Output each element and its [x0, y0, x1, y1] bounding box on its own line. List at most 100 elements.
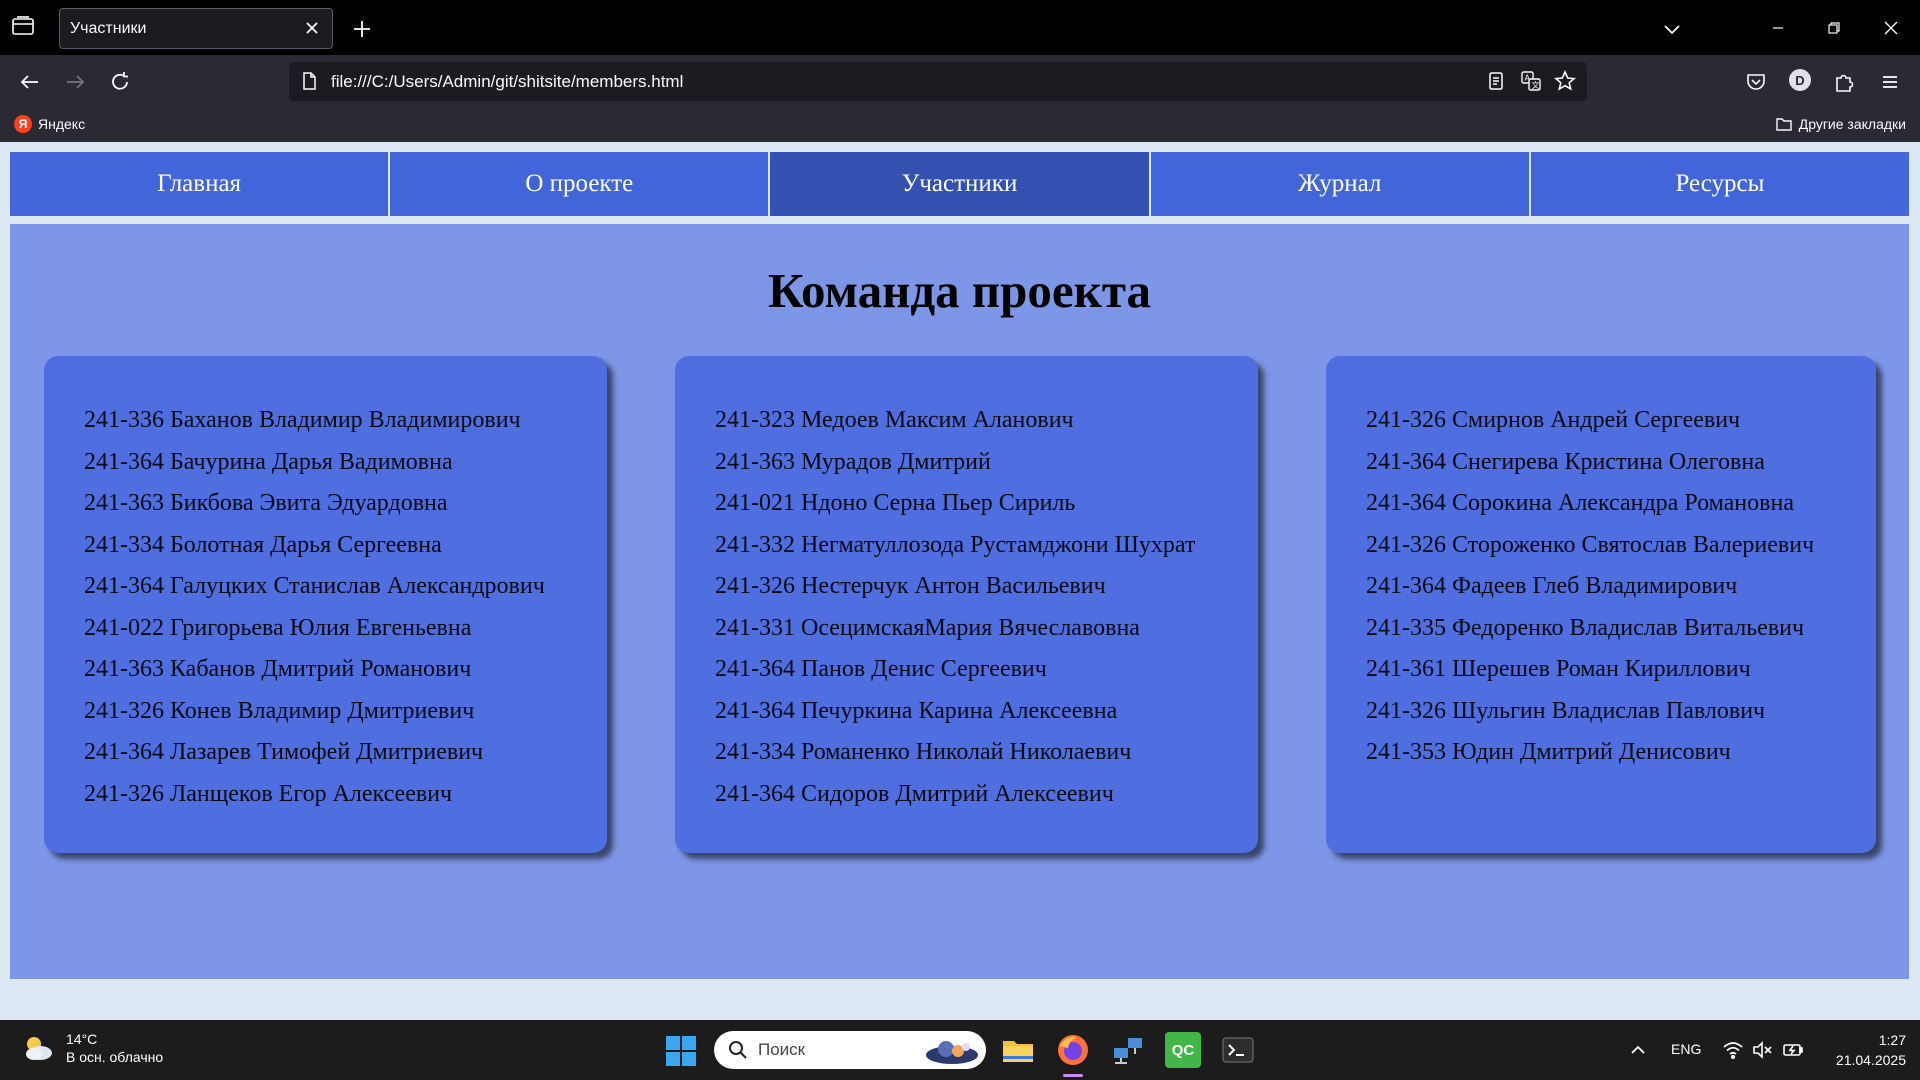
wifi-icon[interactable] [1722, 1039, 1744, 1061]
tab-list-icon[interactable] [12, 16, 38, 40]
members-card-1: 241-336 Баханов Владимир Владимирович 24… [44, 356, 607, 853]
member-item: 241-326 Стороженко Святослав Валериевич [1366, 531, 1815, 558]
clock-date: 21.04.2025 [1835, 1052, 1906, 1068]
taskbar-search[interactable]: Поиск [714, 1031, 986, 1069]
members-list-2: 241-323 Медоев Максим Аланович 241-363 М… [715, 400, 1258, 815]
member-item: 241-022 Григорьева Юлия Евгеньевна [84, 614, 472, 641]
address-bar[interactable]: file:///C:/Users/Admin/git/shitsite/memb… [289, 62, 1587, 101]
member-item: 241-335 Федоренко Владислав Витальевич [1366, 614, 1805, 641]
member-item: 241-361 Шерешев Роман Кириллович [1366, 656, 1751, 682]
member-item: 241-334 Болотная Дарья Сергеевна [84, 531, 442, 558]
member-item: 241-336 Баханов Владимир Владимирович [84, 407, 521, 433]
network-computers-icon[interactable] [1110, 1032, 1146, 1068]
member-item: 241-332 Негматуллозода Рустамджони Шухра… [715, 531, 1196, 558]
bookmarks-toolbar: Я Яндекс Другие закладки [0, 110, 1920, 142]
input-language[interactable]: ENG [1671, 1041, 1701, 1057]
member-item: 241-326 Смирнов Андрей Сергеевич [1366, 407, 1741, 433]
terminal-icon[interactable] [1220, 1032, 1256, 1068]
close-window-icon[interactable] [1879, 16, 1903, 40]
folder-icon [1775, 115, 1793, 133]
volume-muted-icon[interactable] [1751, 1039, 1773, 1061]
list-all-tabs-chevron-icon[interactable] [1661, 18, 1683, 40]
weather-widget[interactable]: 14°C В осн. облачно [20, 1030, 163, 1066]
page-file-icon [299, 71, 319, 91]
search-icon [728, 1040, 748, 1060]
account-avatar[interactable]: D [1789, 69, 1811, 91]
reader-view-icon[interactable] [1485, 70, 1507, 92]
windows-start-icon[interactable] [666, 1036, 696, 1066]
nav-members[interactable]: Участники [770, 152, 1151, 216]
bookmark-yandex-label: Яндекс [38, 116, 86, 132]
member-item: 241-331 ОсецимскаяМария Вячеславовна [715, 614, 1140, 641]
member-item: 241-364 Панов Денис Сергеевич [715, 656, 1047, 682]
member-item: 241-323 Медоев Максим Аланович [715, 407, 1074, 433]
reload-icon[interactable] [107, 69, 133, 95]
site-navigation: Главная О проекте Участники Журнал Ресур… [10, 152, 1910, 216]
member-item: 241-326 Ланщеков Егор Алексеевич [84, 780, 453, 807]
qt-creator-icon[interactable]: QC [1165, 1032, 1201, 1068]
member-item: 241-353 Юдин Дмитрий Денисович [1366, 739, 1731, 765]
browser-tab-active[interactable]: Участники [59, 8, 333, 49]
url-text[interactable]: file:///C:/Users/Admin/git/shitsite/memb… [331, 72, 683, 92]
member-item: 241-364 Сорокина Александра Романовна [1366, 490, 1794, 516]
member-item: 241-363 Мурадов Дмитрий [715, 448, 991, 475]
member-item: 241-364 Лазарев Тимофей Дмитриевич [84, 739, 484, 765]
search-highlight-illustration-icon [924, 1035, 980, 1065]
browser-titlebar: Участники [0, 0, 1920, 55]
member-item: 241-334 Романенко Николай Николаевич [715, 739, 1132, 765]
nav-journal[interactable]: Журнал [1150, 152, 1531, 216]
other-bookmarks[interactable]: Другие закладки [1775, 115, 1906, 133]
nav-resources[interactable]: Ресурсы [1530, 152, 1910, 216]
battery-charging-icon[interactable] [1782, 1039, 1804, 1061]
clock-time: 1:27 [1878, 1032, 1906, 1048]
main-content: Команда проекта 241-336 Баханов Владимир… [10, 224, 1909, 979]
new-tab-plus-icon[interactable] [350, 17, 374, 41]
member-item: 241-363 Кабанов Дмитрий Романович [84, 656, 472, 682]
minimize-window-icon[interactable] [1766, 16, 1790, 40]
members-list-3: 241-326 Смирнов Андрей Сергеевич 241-364… [1366, 400, 1876, 774]
other-bookmarks-label: Другие закладки [1798, 116, 1906, 132]
bookmark-star-icon[interactable] [1554, 70, 1576, 92]
svg-text:文: 文 [1532, 80, 1540, 90]
member-item: 241-364 Сидоров Дмитрий Алексеевич [715, 780, 1114, 807]
yandex-logo-icon: Я [14, 115, 32, 133]
firefox-icon[interactable] [1055, 1032, 1091, 1068]
close-tab-icon[interactable] [302, 18, 322, 38]
back-arrow-icon[interactable] [17, 69, 43, 95]
system-clock[interactable]: 1:27 21.04.2025 [1822, 1030, 1906, 1070]
restore-window-icon[interactable] [1822, 16, 1846, 40]
pocket-icon[interactable] [1743, 69, 1769, 95]
member-item: 241-021 Ндоно Серна Пьер Сириль [715, 490, 1076, 516]
forward-arrow-icon[interactable] [62, 69, 88, 95]
member-item: 241-364 Галуцких Станислав Александрович [84, 573, 545, 599]
member-item: 241-364 Печуркина Карина Алексеевна [715, 697, 1118, 724]
file-explorer-icon[interactable] [1000, 1032, 1036, 1068]
member-item: 241-364 Фадеев Глеб Владимирович [1366, 573, 1738, 599]
svg-text:A: A [1525, 74, 1531, 83]
member-item: 241-326 Нестерчук Антон Васильевич [715, 573, 1106, 599]
active-app-indicator [1063, 1074, 1083, 1077]
page-title: Команда проекта [767, 263, 1152, 318]
members-list-1: 241-336 Баханов Владимир Владимирович 24… [84, 400, 607, 815]
members-card-3: 241-326 Смирнов Андрей Сергеевич 241-364… [1326, 356, 1876, 853]
show-hidden-icons-chevron-icon[interactable] [1627, 1039, 1649, 1061]
extensions-puzzle-icon[interactable] [1832, 69, 1858, 95]
app-menu-hamburger-icon[interactable] [1877, 69, 1903, 95]
member-item: 241-363 Бикбова Эвита Эдуардовна [84, 490, 448, 516]
translate-icon[interactable]: A文 [1520, 70, 1542, 92]
members-card-2: 241-323 Медоев Максим Аланович 241-363 М… [675, 356, 1258, 853]
browser-navbar: file:///C:/Users/Admin/git/shitsite/memb… [0, 55, 1920, 110]
nav-about[interactable]: О проекте [390, 152, 771, 216]
weather-temp: 14°C [66, 1031, 98, 1047]
member-item: 241-364 Снегирева Кристина Олеговна [1366, 448, 1765, 475]
search-placeholder: Поиск [758, 1040, 806, 1059]
tab-title: Участники [70, 20, 147, 37]
bookmark-yandex[interactable]: Я Яндекс [14, 115, 85, 133]
member-item: 241-364 Бачурина Дарья Вадимовна [84, 448, 453, 475]
nav-home[interactable]: Главная [10, 152, 391, 216]
member-item: 241-326 Шульгин Владислав Павлович [1366, 697, 1766, 724]
weather-description: В осн. облачно [66, 1049, 164, 1065]
cloud-sun-icon [20, 1030, 56, 1066]
member-item: 241-326 Конев Владимир Дмитриевич [84, 697, 475, 724]
windows-taskbar: 14°C В осн. облачно Поиск QC ENG 1:27 21… [0, 1020, 1920, 1080]
